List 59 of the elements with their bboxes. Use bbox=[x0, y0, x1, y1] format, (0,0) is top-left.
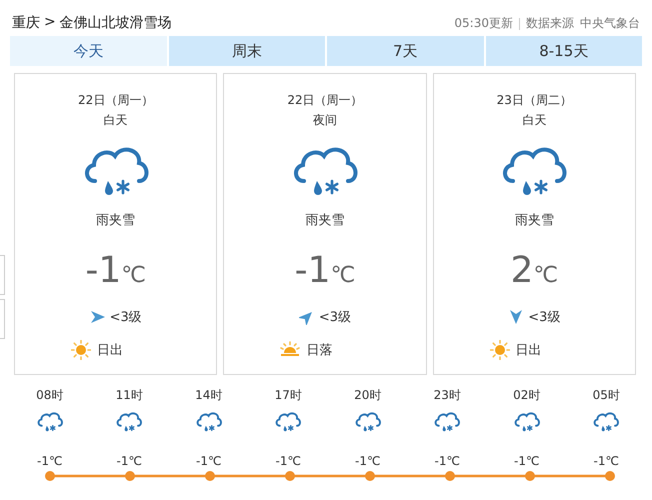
sun-icon bbox=[490, 340, 510, 360]
hour-temperature: -1℃ bbox=[434, 454, 460, 468]
wind-arrow-icon bbox=[298, 309, 315, 325]
weather-label: 雨夹雪 bbox=[305, 212, 344, 229]
date-label: 23日（周二） bbox=[496, 92, 572, 109]
rain-snow-icon bbox=[194, 410, 223, 432]
hour-temperature: -1℃ bbox=[594, 454, 619, 468]
place-title: 金佛山北坡滑雪场 bbox=[60, 14, 172, 32]
hour-label: 02时 bbox=[513, 387, 540, 404]
sun-label: 日出 bbox=[97, 342, 123, 359]
hour-temperature: -1℃ bbox=[116, 454, 142, 468]
hour-temperature: -1℃ bbox=[196, 454, 222, 468]
tab[interactable]: 8-15天 bbox=[486, 36, 642, 66]
source-provider: 中央气象台 bbox=[580, 15, 640, 32]
hour-label: 11时 bbox=[116, 387, 143, 404]
hour-temperature: -1℃ bbox=[37, 454, 62, 468]
hour-label: 05时 bbox=[592, 387, 620, 404]
hour-temperature: -1℃ bbox=[276, 454, 301, 468]
date-label: 22日（周一） bbox=[287, 92, 363, 109]
rain-snow-icon bbox=[512, 410, 541, 432]
rain-snow-icon bbox=[115, 410, 144, 432]
wind-level: <3级 bbox=[528, 309, 560, 326]
temperature: -1℃ bbox=[85, 251, 146, 293]
region-link[interactable]: 重庆 bbox=[12, 14, 40, 32]
temperature: 2℃ bbox=[510, 251, 558, 293]
side-tab[interactable] bbox=[0, 299, 5, 339]
rain-snow-icon bbox=[36, 410, 64, 432]
hour-temperature: -1℃ bbox=[355, 454, 380, 468]
wind-arrow-icon bbox=[90, 309, 106, 325]
wind-arrow-icon bbox=[508, 309, 524, 325]
wind-level: <3级 bbox=[318, 309, 352, 326]
sun-label: 日出 bbox=[516, 342, 542, 359]
hour-label: 17时 bbox=[274, 387, 302, 404]
tab[interactable]: 今天 bbox=[10, 36, 166, 66]
hour-temperature: -1℃ bbox=[514, 454, 540, 468]
hour-label: 14时 bbox=[195, 387, 222, 404]
tab[interactable]: 周末 bbox=[168, 36, 325, 66]
side-tab[interactable] bbox=[0, 255, 5, 295]
source-label: 数据来源 bbox=[526, 15, 574, 32]
hour-label: 20时 bbox=[354, 387, 382, 404]
rain-snow-icon bbox=[354, 410, 382, 432]
period-label: 白天 bbox=[522, 112, 546, 129]
hour-label: 23时 bbox=[434, 387, 461, 404]
weather-label: 雨夹雪 bbox=[514, 212, 554, 229]
date-label: 22日（周一） bbox=[78, 92, 154, 109]
update-time: 05:30更新 bbox=[454, 15, 513, 32]
tab[interactable]: 7天 bbox=[327, 36, 484, 66]
breadcrumb-separator: > bbox=[44, 14, 56, 32]
rain-snow-icon bbox=[274, 410, 302, 432]
weather-label: 雨夹雪 bbox=[96, 212, 136, 229]
rain-snow-icon bbox=[433, 410, 462, 432]
hour-label: 08时 bbox=[36, 387, 64, 404]
wind-level: <3级 bbox=[110, 309, 142, 326]
sun-label: 日落 bbox=[306, 342, 332, 359]
sun-icon bbox=[71, 340, 91, 360]
rain-snow-icon bbox=[592, 410, 620, 432]
temperature: -1℃ bbox=[294, 251, 356, 293]
period-label: 夜间 bbox=[312, 112, 337, 129]
period-label: 白天 bbox=[104, 112, 128, 129]
